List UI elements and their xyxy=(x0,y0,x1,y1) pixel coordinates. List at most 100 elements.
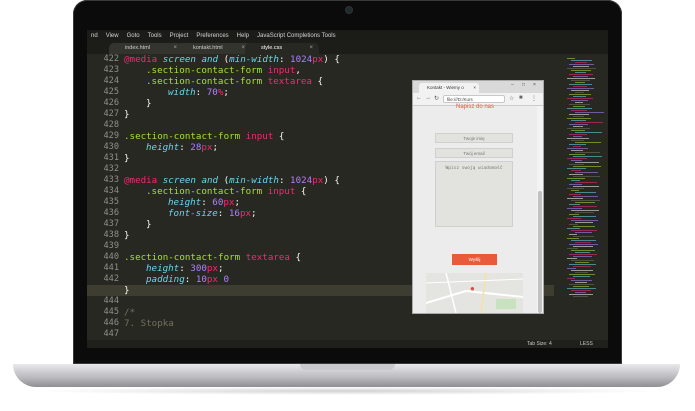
menu-item-preferences[interactable]: Preferences xyxy=(192,33,232,39)
line-number: 432 xyxy=(103,164,119,174)
token: 7. Stopka xyxy=(124,318,174,329)
send-button[interactable]: Wyślij xyxy=(452,254,497,265)
token: .section-contact-form xyxy=(146,76,263,87)
token: @media xyxy=(124,54,158,65)
token: } xyxy=(124,109,130,120)
minimap-line xyxy=(569,114,589,115)
address-bar[interactable]: file:///D:/Kurs xyxy=(443,95,505,103)
scrollbar-thumb[interactable] xyxy=(538,191,542,313)
line-number-gutter: 422 423 424 425 426 427 428 429 430 431 432 433 434 4… xyxy=(87,54,124,340)
minimap-line xyxy=(573,246,593,247)
token: 28 xyxy=(190,142,202,153)
token: height xyxy=(168,197,202,208)
reload-icon[interactable]: ↻ xyxy=(434,95,439,102)
token: { xyxy=(328,175,340,186)
minimap[interactable] xyxy=(565,54,608,340)
menu-item-view[interactable]: View xyxy=(102,33,123,39)
line-number: 436 xyxy=(103,208,119,218)
maximize-icon[interactable]: □ xyxy=(522,82,525,88)
menu-item-partial[interactable]: nd xyxy=(87,33,102,39)
minimap-line xyxy=(575,252,590,253)
token: } xyxy=(146,98,152,109)
menu-item-project[interactable]: Project xyxy=(166,33,193,39)
laptop-notch xyxy=(300,364,395,370)
menu-item-js-completions[interactable]: JavaScript Completions Tools xyxy=(253,33,340,39)
token: px xyxy=(312,175,324,186)
line-number: 426 xyxy=(103,98,119,108)
minimap-line xyxy=(575,192,596,193)
token: textarea xyxy=(240,252,290,263)
minimap-line xyxy=(567,128,590,129)
minimize-icon[interactable]: − xyxy=(511,82,514,88)
forward-icon[interactable]: → xyxy=(425,95,431,101)
token: px xyxy=(206,274,218,285)
minimap-line xyxy=(569,284,594,285)
tab-label: kontakt.html xyxy=(193,45,223,51)
token: : xyxy=(278,175,291,186)
token: height xyxy=(146,263,180,274)
minimap-line xyxy=(575,152,600,153)
minimap-line xyxy=(571,220,598,221)
syntax-indicator[interactable]: LESS xyxy=(580,340,593,348)
minimap-line xyxy=(571,140,584,141)
minimap-line xyxy=(567,118,591,119)
token: , xyxy=(295,65,301,76)
minimap-line xyxy=(573,256,592,257)
minimap-line xyxy=(573,216,596,217)
token: padding xyxy=(146,274,185,285)
line-number: 423 xyxy=(103,65,119,75)
browser-titlebar: Kontakt - Wiemy o × − □ × xyxy=(413,81,543,93)
minimap-line xyxy=(573,86,587,87)
message-textarea[interactable]: Wpisz swoją wiadomość xyxy=(435,161,513,227)
extension-icon[interactable]: ■ xyxy=(519,95,523,101)
line-number: 428 xyxy=(103,120,119,130)
menu-icon[interactable]: ⋮ xyxy=(531,95,537,102)
minimap-line xyxy=(575,202,595,203)
minimap-line xyxy=(573,116,584,117)
back-icon[interactable]: ← xyxy=(416,95,422,101)
token: min-width xyxy=(229,54,279,65)
window-close-icon[interactable]: × xyxy=(533,82,536,88)
minimap-line xyxy=(575,72,586,73)
browser-tab[interactable]: Kontakt - Wiemy o × xyxy=(419,83,479,93)
minimap-line xyxy=(567,188,584,189)
line-number: 425 xyxy=(103,87,119,97)
address-bar-url: file:///D:/Kurs xyxy=(447,97,473,102)
tab-kontakt-html[interactable]: kontakt.html × xyxy=(177,43,251,54)
line-number: 437 xyxy=(103,219,119,229)
minimap-line xyxy=(569,84,592,85)
browser-scrollbar[interactable] xyxy=(537,106,543,313)
token: .section-contact-form xyxy=(146,186,263,197)
star-icon[interactable]: ☆ xyxy=(509,95,514,102)
close-icon[interactable]: × xyxy=(473,83,476,93)
close-icon[interactable]: × xyxy=(309,43,313,54)
token: height xyxy=(146,142,180,153)
minimap-line xyxy=(575,272,588,273)
minimap-line xyxy=(571,250,595,251)
menu-item-help[interactable]: Help xyxy=(233,33,253,39)
tab-index-html[interactable]: index.html × xyxy=(109,43,183,54)
menu-item-goto[interactable]: Goto xyxy=(123,33,144,39)
minimap-line xyxy=(571,290,591,291)
menu-item-tools[interactable]: Tools xyxy=(144,33,166,39)
line-number: 438 xyxy=(103,230,119,240)
line-number: 431 xyxy=(103,153,119,163)
token: and xyxy=(195,54,224,65)
tab-bar: index.html × kontakt.html × style.css × xyxy=(87,41,608,54)
token: input xyxy=(262,186,296,197)
minimap-line xyxy=(569,184,582,185)
minimap-line xyxy=(567,178,585,179)
location-pin-icon[interactable]: ● xyxy=(470,284,475,293)
email-field[interactable]: Twój email xyxy=(435,148,513,158)
line-number: 442 xyxy=(103,274,119,284)
minimap-line xyxy=(569,224,578,225)
name-field[interactable]: Twoje imię xyxy=(435,133,513,143)
map[interactable]: ● xyxy=(426,273,523,313)
minimap-line xyxy=(575,232,592,233)
token: : xyxy=(217,208,229,219)
token: font-size xyxy=(168,208,218,219)
tab-size-indicator[interactable]: Tab Size: 4 xyxy=(527,340,552,348)
tab-style-css[interactable]: style.css × xyxy=(245,43,319,54)
minimap-line xyxy=(573,66,589,67)
minimap-line xyxy=(575,112,604,113)
